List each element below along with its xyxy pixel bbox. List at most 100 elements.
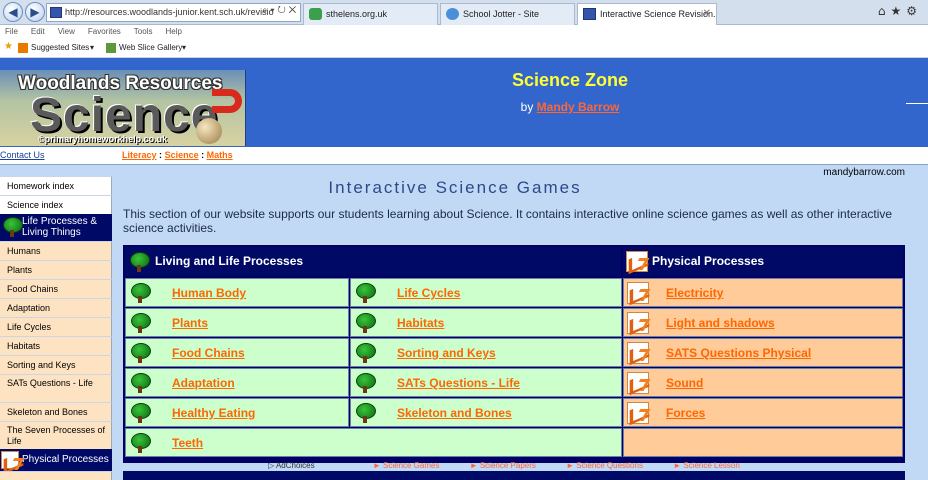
byline: by Mandy Barrow [420,100,720,114]
sidebar-item-sorting-keys[interactable]: Sorting and Keys [0,355,112,374]
chevron-down-icon[interactable]: ▾ [182,42,186,54]
game-cell[interactable]: Habitats [350,308,622,337]
menu-tools[interactable]: Tools [134,27,153,36]
human-body-link[interactable]: Human Body [172,286,246,300]
sidebar-item-science-index[interactable]: Science index [0,195,112,214]
life-cycles-link[interactable]: Life Cycles [397,286,460,300]
sound-link[interactable]: Sound [666,376,703,390]
stop-icon[interactable]: ✕ [289,5,297,16]
maths-link[interactable]: Maths [207,150,233,160]
sidebar-heading-physical-processes[interactable]: Physical Processes [0,449,112,471]
empty-cell [623,428,903,457]
page-title: Science Zone [511,70,629,90]
tab-interactive-science[interactable]: Interactive Science Revision... ✕ [577,3,717,26]
ad-link[interactable]: ► Science Games [373,461,440,470]
sidebar-item-habitats[interactable]: Habitats [0,336,112,355]
sidebar-item-seven-processes[interactable]: The Seven Processes of Life [0,421,112,449]
refresh-icon[interactable]: ↻ [277,5,285,16]
sats-life-link[interactable]: SATs Questions - Life [397,376,520,390]
sidebar-item-skeleton-bones[interactable]: Skeleton and Bones [0,402,112,421]
sats-physical-link[interactable]: SATS Questions Physical [666,346,811,360]
sorting-keys-link[interactable]: Sorting and Keys [397,346,496,360]
tree-icon [128,251,150,272]
home-icon[interactable]: ⌂ [878,4,891,18]
sidebar-item-life-cycles[interactable]: Life Cycles [0,317,112,336]
sidebar-heading-life-processes[interactable]: Life Processes & Living Things [0,214,112,241]
game-cell[interactable]: Human Body [125,278,349,307]
game-cell[interactable]: Sorting and Keys [350,338,622,367]
author-link[interactable]: Mandy Barrow [537,100,620,114]
teeth-link[interactable]: Teeth [172,436,203,450]
favorites-star-icon[interactable]: ★ [4,41,13,53]
forces-link[interactable]: Forces [666,406,705,420]
game-cell[interactable]: Light and shadows [623,308,903,337]
science-link[interactable]: Science [165,150,199,160]
menu-view[interactable]: View [58,27,75,36]
literacy-link[interactable]: Literacy [122,150,157,160]
suggested-sites-icon [18,43,28,53]
electricity-link[interactable]: Electricity [666,286,723,300]
skeleton-bones-link[interactable]: Skeleton and Bones [397,406,512,420]
sidebar-item-plants[interactable]: Plants [0,260,112,279]
forward-button[interactable]: ▶ [25,2,45,22]
ad-link[interactable]: ► Science Papers [470,461,536,470]
adchoices-label: AdChoices [275,461,315,470]
game-cell[interactable]: Skeleton and Bones [350,398,622,427]
banner-logo[interactable]: Woodlands Resources Science ©primaryhome… [0,70,246,146]
web-slice-icon [106,43,116,53]
game-cell[interactable]: Sound [623,368,903,397]
sidebar-item-food-chains[interactable]: Food Chains [0,279,112,298]
food-chains-link[interactable]: Food Chains [172,346,245,360]
menu-favorites[interactable]: Favorites [88,27,121,36]
back-button[interactable]: ◀ [3,2,23,22]
tab-school-jotter[interactable]: School Jotter - Site [440,3,575,25]
sub-navigation: Contact Us Literacy : Science : Maths [0,147,928,165]
sidebar-item-sats-life[interactable]: SATs Questions - Life [0,374,112,402]
chevron-down-icon[interactable]: ▾ [90,42,94,54]
light-shadows-link[interactable]: Light and shadows [666,316,775,330]
sidebar-heading-label: Physical Processes [22,454,109,465]
menu-edit[interactable]: Edit [31,27,45,36]
game-cell[interactable]: Forces [623,398,903,427]
game-cell[interactable]: Life Cycles [350,278,622,307]
header-divider [906,103,928,104]
habitats-link[interactable]: Habitats [397,316,444,330]
tree-icon [129,312,151,334]
tree-icon [354,342,376,364]
tab-favicon-icon [583,8,596,20]
lightning-icon [626,251,648,272]
favorites-star-icon[interactable]: ★ [890,4,906,18]
plants-link[interactable]: Plants [172,316,208,330]
healthy-eating-link[interactable]: Healthy Eating [172,406,255,420]
sidebar-item-humans[interactable]: Humans [0,241,112,260]
game-cell[interactable]: Plants [125,308,349,337]
game-cell[interactable]: Healthy Eating [125,398,349,427]
adaptation-link[interactable]: Adaptation [172,376,235,390]
tab-favicon-icon [446,8,459,20]
game-cell[interactable]: Food Chains [125,338,349,367]
tab-sthelens[interactable]: sthelens.org.uk [303,3,438,25]
ad-link[interactable]: ► Science Questions [566,461,643,470]
sidebar-item-adaptation[interactable]: Adaptation [0,298,112,317]
close-tab-icon[interactable]: ✕ [703,4,711,24]
game-cell[interactable]: Electricity [623,278,903,307]
favorites-bar: ★ Suggested Sites ▾ Web Slice Gallery ▾ [0,39,928,58]
game-cell[interactable]: SATs Questions - Life [350,368,622,397]
search-icon[interactable]: ⌕ [262,5,268,16]
game-cell[interactable]: Adaptation [125,368,349,397]
menu-help[interactable]: Help [165,27,181,36]
games-table: Living and Life Processes Physical Proce… [123,245,905,463]
suggested-sites-link[interactable]: Suggested Sites [31,42,89,54]
adchoices[interactable]: ▷ AdChoices [268,461,343,470]
contact-us-link[interactable]: Contact Us [0,150,45,160]
lightning-icon [627,372,649,394]
game-cell[interactable]: Teeth [125,428,622,457]
ad-link[interactable]: ► Science Lesson [673,461,740,470]
breadcrumb-separator: : [159,150,163,160]
gear-icon[interactable]: ⚙ [906,4,922,18]
ad-link-label: Science Papers [479,461,536,470]
menu-file[interactable]: File [5,27,18,36]
sidebar-item-homework-index[interactable]: Homework index [0,176,112,195]
web-slice-gallery-link[interactable]: Web Slice Gallery [119,42,182,54]
game-cell[interactable]: SATS Questions Physical [623,338,903,367]
